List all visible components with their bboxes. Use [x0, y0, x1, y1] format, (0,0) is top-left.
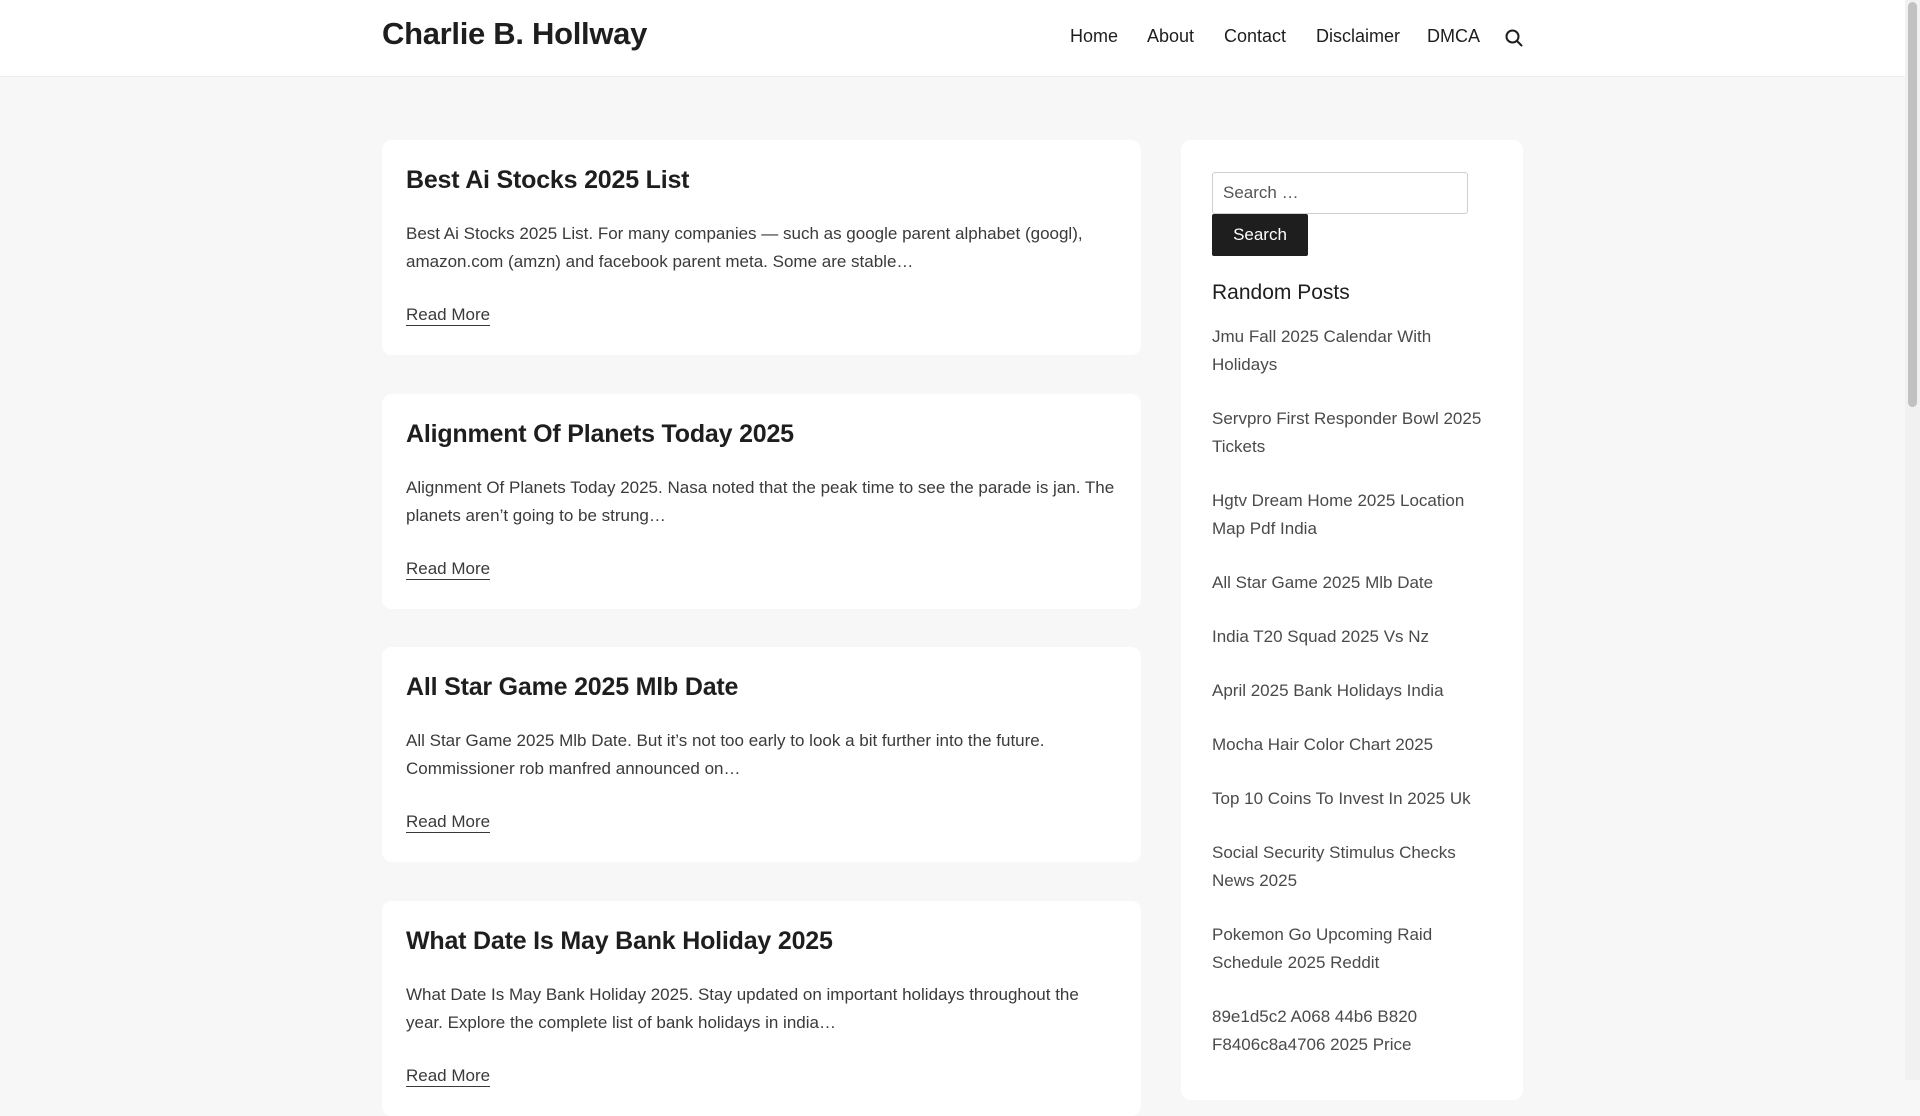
random-posts-list: Jmu Fall 2025 Calendar With Holidays Ser…	[1212, 323, 1497, 1085]
post-excerpt: All Star Game 2025 Mlb Date. But it’s no…	[406, 731, 1045, 778]
list-item: Top 10 Coins To Invest In 2025 Uk	[1212, 785, 1497, 813]
post-card: Alignment Of Planets Today 2025 Alignmen…	[382, 394, 1141, 609]
read-more-link[interactable]: Read More	[406, 812, 491, 833]
site-header: Charlie B. Hollway Home About Contact Di…	[0, 0, 1905, 77]
nav-home[interactable]: Home	[1070, 26, 1118, 47]
search-input[interactable]	[1212, 172, 1468, 214]
post-title[interactable]: All Star Game 2025 Mlb Date	[406, 673, 738, 702]
list-item: 89e1d5c2 A068 44b6 B820 F8406c8a4706 202…	[1212, 1003, 1497, 1059]
random-post-link[interactable]: Top 10 Coins To Invest In 2025 Uk	[1212, 789, 1471, 808]
nav-disclaimer[interactable]: Disclaimer	[1316, 26, 1400, 47]
random-post-link[interactable]: Social Security Stimulus Checks News 202…	[1212, 843, 1456, 890]
list-item: Servpro First Responder Bowl 2025 Ticket…	[1212, 405, 1497, 461]
scrollbar-thumb[interactable]	[1908, 2, 1917, 407]
read-more-link[interactable]: Read More	[406, 1066, 491, 1087]
list-item: April 2025 Bank Holidays India	[1212, 677, 1497, 705]
list-item: All Star Game 2025 Mlb Date	[1212, 569, 1497, 597]
random-post-link[interactable]: Hgtv Dream Home 2025 Location Map Pdf In…	[1212, 491, 1464, 538]
post-title[interactable]: Alignment Of Planets Today 2025	[406, 420, 794, 449]
random-post-link[interactable]: 89e1d5c2 A068 44b6 B820 F8406c8a4706 202…	[1212, 1007, 1417, 1054]
random-post-link[interactable]: April 2025 Bank Holidays India	[1212, 681, 1444, 700]
list-item: Social Security Stimulus Checks News 202…	[1212, 839, 1497, 895]
post-title[interactable]: What Date Is May Bank Holiday 2025	[406, 927, 833, 956]
read-more-link[interactable]: Read More	[406, 305, 491, 326]
random-post-link[interactable]: India T20 Squad 2025 Vs Nz	[1212, 627, 1429, 646]
search-icon[interactable]	[1503, 27, 1525, 49]
search-button[interactable]: Search	[1212, 214, 1308, 256]
random-post-link[interactable]: Mocha Hair Color Chart 2025	[1212, 735, 1433, 754]
random-post-link[interactable]: Jmu Fall 2025 Calendar With Holidays	[1212, 327, 1431, 374]
page-scrollbar[interactable]	[1905, 0, 1920, 1080]
post-card: Best Ai Stocks 2025 List Best Ai Stocks …	[382, 140, 1141, 355]
nav-about[interactable]: About	[1147, 26, 1194, 47]
read-more-link[interactable]: Read More	[406, 559, 491, 580]
random-posts-title: Random Posts	[1212, 281, 1350, 304]
post-excerpt: Alignment Of Planets Today 2025. Nasa no…	[406, 478, 1115, 525]
post-title[interactable]: Best Ai Stocks 2025 List	[406, 166, 689, 195]
list-item: Pokemon Go Upcoming Raid Schedule 2025 R…	[1212, 921, 1497, 977]
random-post-link[interactable]: Servpro First Responder Bowl 2025 Ticket…	[1212, 409, 1481, 456]
post-excerpt: What Date Is May Bank Holiday 2025. Stay…	[406, 985, 1079, 1032]
post-excerpt: Best Ai Stocks 2025 List. For many compa…	[406, 224, 1083, 271]
nav-dmca[interactable]: DMCA	[1427, 26, 1480, 47]
site-title[interactable]: Charlie B. Hollway	[382, 16, 647, 52]
post-card: What Date Is May Bank Holiday 2025 What …	[382, 901, 1141, 1116]
sidebar: Search Random Posts Jmu Fall 2025 Calend…	[1181, 140, 1523, 1100]
list-item: India T20 Squad 2025 Vs Nz	[1212, 623, 1497, 651]
list-item: Mocha Hair Color Chart 2025	[1212, 731, 1497, 759]
random-post-link[interactable]: Pokemon Go Upcoming Raid Schedule 2025 R…	[1212, 925, 1432, 972]
list-item: Hgtv Dream Home 2025 Location Map Pdf In…	[1212, 487, 1497, 543]
list-item: Jmu Fall 2025 Calendar With Holidays	[1212, 323, 1497, 379]
post-card: All Star Game 2025 Mlb Date All Star Gam…	[382, 647, 1141, 862]
nav-contact[interactable]: Contact	[1224, 26, 1286, 47]
random-post-link[interactable]: All Star Game 2025 Mlb Date	[1212, 573, 1433, 592]
